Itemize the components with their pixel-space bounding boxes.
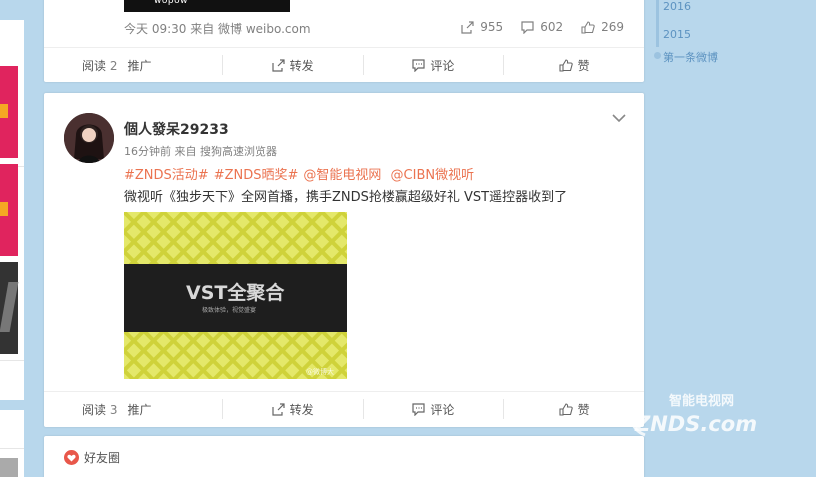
comment-button[interactable]: 评论 [362,399,504,419]
promote-button[interactable]: 推广 [127,401,151,418]
left-sidebar [0,0,24,477]
comment-icon [412,58,425,72]
post-meta: 16分钟前 来自 搜狗高速浏览器 [124,145,277,158]
post-stats: 955 602 269 [461,20,624,34]
like-button[interactable]: 赞 [503,55,644,75]
action-bar: 阅读 2 推广 转发 评论 赞 [44,47,644,82]
left-thumb-2[interactable] [0,164,18,256]
reads-count: 阅读 2 推广 [82,57,152,74]
friends-circle-card: 好友圈 [44,436,644,477]
reads-count: 阅读 3 推广 [82,401,152,418]
tag-link[interactable]: #ZNDS晒奖# [214,168,299,183]
feed-card-previous: wopow 今天 09:30 来自 微博 weibo.com 955 602 2… [44,0,644,82]
promote-button[interactable]: 推广 [127,57,151,74]
video-thumbnail[interactable]: wopow [124,0,290,12]
comment-icon [412,402,425,416]
svg-text:ZNDS.com: ZNDS.com [634,412,757,436]
repost-stat[interactable]: 955 [461,20,503,34]
thumbs-up-icon [559,402,573,416]
timeline-year-2015[interactable]: 2015 [663,28,691,41]
friends-circle-link[interactable]: 好友圈 [64,449,120,466]
tag-link[interactable]: #ZNDS活动# [124,168,209,183]
comment-stat[interactable]: 602 [521,20,563,34]
action-bar: 阅读 3 推广 转发 评论 赞 [44,391,644,426]
feed-card-post: 個人發呆29233 16分钟前 来自 搜狗高速浏览器 #ZNDS活动# #ZNDS… [44,93,644,427]
comment-button[interactable]: 评论 [362,55,504,75]
chevron-down-icon[interactable] [612,113,626,123]
left-thumb-3[interactable] [0,262,18,354]
left-gray-thumb [0,458,18,477]
timeline-dot [654,52,661,59]
share-icon [272,402,285,416]
like-stat[interactable]: 269 [581,20,624,34]
post-tags: #ZNDS活动# #ZNDS晒奖# @智能电视网 @CIBN微视听 [124,164,479,183]
left-thumb-1[interactable] [0,66,18,158]
image-watermark: @微博大 [306,367,334,376]
share-icon [461,20,474,34]
timeline-line [656,0,659,47]
svg-text:智能电视网: 智能电视网 [669,393,734,409]
thumbs-up-icon [559,58,573,72]
post-text: 微视听《独步天下》全网首播，携手ZNDS抢楼赢超级好礼 VST遥控器收到了 [124,190,568,205]
like-button[interactable]: 赞 [503,399,644,419]
repost-button[interactable]: 转发 [221,55,363,75]
post-image[interactable]: VST全聚合 极致体验，视觉盛宴 @微博大 [124,212,347,379]
heart-icon [64,450,79,465]
product-slogan: 极致体验，视觉盛宴 [202,306,256,314]
timeline-first-post[interactable]: 第一条微博 [663,49,718,65]
mention-link[interactable]: @CIBN微视听 [391,168,475,183]
timeline-year-2016[interactable]: 2016 [663,0,691,13]
share-icon [272,58,285,72]
comment-icon [521,20,534,34]
left-recommend-card [0,20,24,400]
thumbs-up-icon [581,20,595,34]
avatar[interactable] [64,113,114,163]
znds-watermark-logo: 智能电视网 ZNDS.com [629,393,757,437]
post-meta: 今天 09:30 来自 微博 weibo.com [124,22,311,36]
username[interactable]: 個人發呆29233 [124,119,229,139]
mention-link[interactable]: @智能电视网 [303,168,381,183]
product-brand: VST全聚合 [186,281,285,304]
repost-button[interactable]: 转发 [221,399,363,419]
video-brand: wopow [154,0,188,6]
